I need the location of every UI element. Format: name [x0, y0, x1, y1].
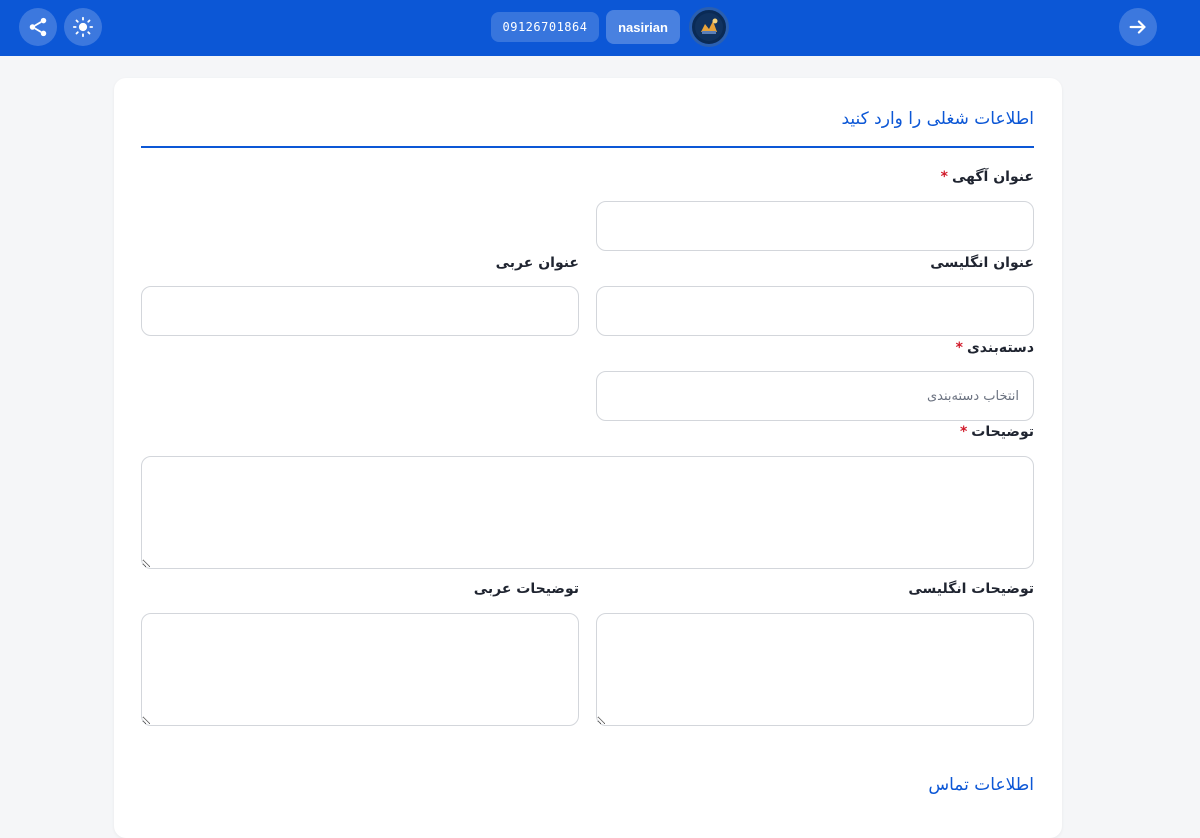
- section-title: اطلاعات شغلی را وارد کنید: [841, 109, 1034, 129]
- title-ar-label: عنوان عربی: [495, 255, 579, 271]
- required-mark: *: [940, 169, 948, 185]
- description-ar-label: توضیحات عربی: [473, 581, 579, 597]
- contact-section-title: اطلاعات تماس: [928, 775, 1034, 795]
- sun-icon: [72, 16, 94, 38]
- required-mark: *: [955, 340, 963, 356]
- username-badge[interactable]: nasirian: [606, 10, 680, 44]
- job-info-card: اطلاعات شغلی را وارد کنید عنوان آگهی* عن…: [114, 78, 1062, 838]
- avatar-image: [695, 13, 723, 41]
- share-icon: [27, 16, 49, 38]
- title-input[interactable]: [596, 201, 1034, 251]
- title-en-label: عنوان انگلیسی: [930, 255, 1034, 271]
- arrow-right-icon: [1127, 16, 1149, 38]
- title-ar-input[interactable]: [141, 286, 579, 336]
- description-en-label: توضیحات انگلیسی: [908, 581, 1034, 597]
- description-en-textarea[interactable]: [596, 613, 1034, 726]
- description-label: توضیحات*: [959, 424, 1034, 440]
- share-button[interactable]: [19, 8, 57, 46]
- avatar[interactable]: [689, 7, 729, 47]
- title-label: عنوان آگهی*: [940, 169, 1034, 185]
- category-placeholder: انتخاب دسته‌بندی: [927, 388, 1019, 404]
- phone-number-badge: 09126701864: [491, 12, 599, 42]
- description-ar-textarea[interactable]: [141, 613, 579, 726]
- category-select[interactable]: انتخاب دسته‌بندی: [596, 371, 1034, 421]
- title-en-input[interactable]: [596, 286, 1034, 336]
- section-divider: [141, 146, 1034, 148]
- back-button[interactable]: [1119, 8, 1157, 46]
- required-mark: *: [959, 424, 968, 440]
- description-textarea[interactable]: [141, 456, 1034, 569]
- category-label: دسته‌بندی*: [955, 340, 1034, 356]
- theme-toggle-button[interactable]: [64, 8, 102, 46]
- top-bar: 09126701864 nasirian: [0, 0, 1200, 56]
